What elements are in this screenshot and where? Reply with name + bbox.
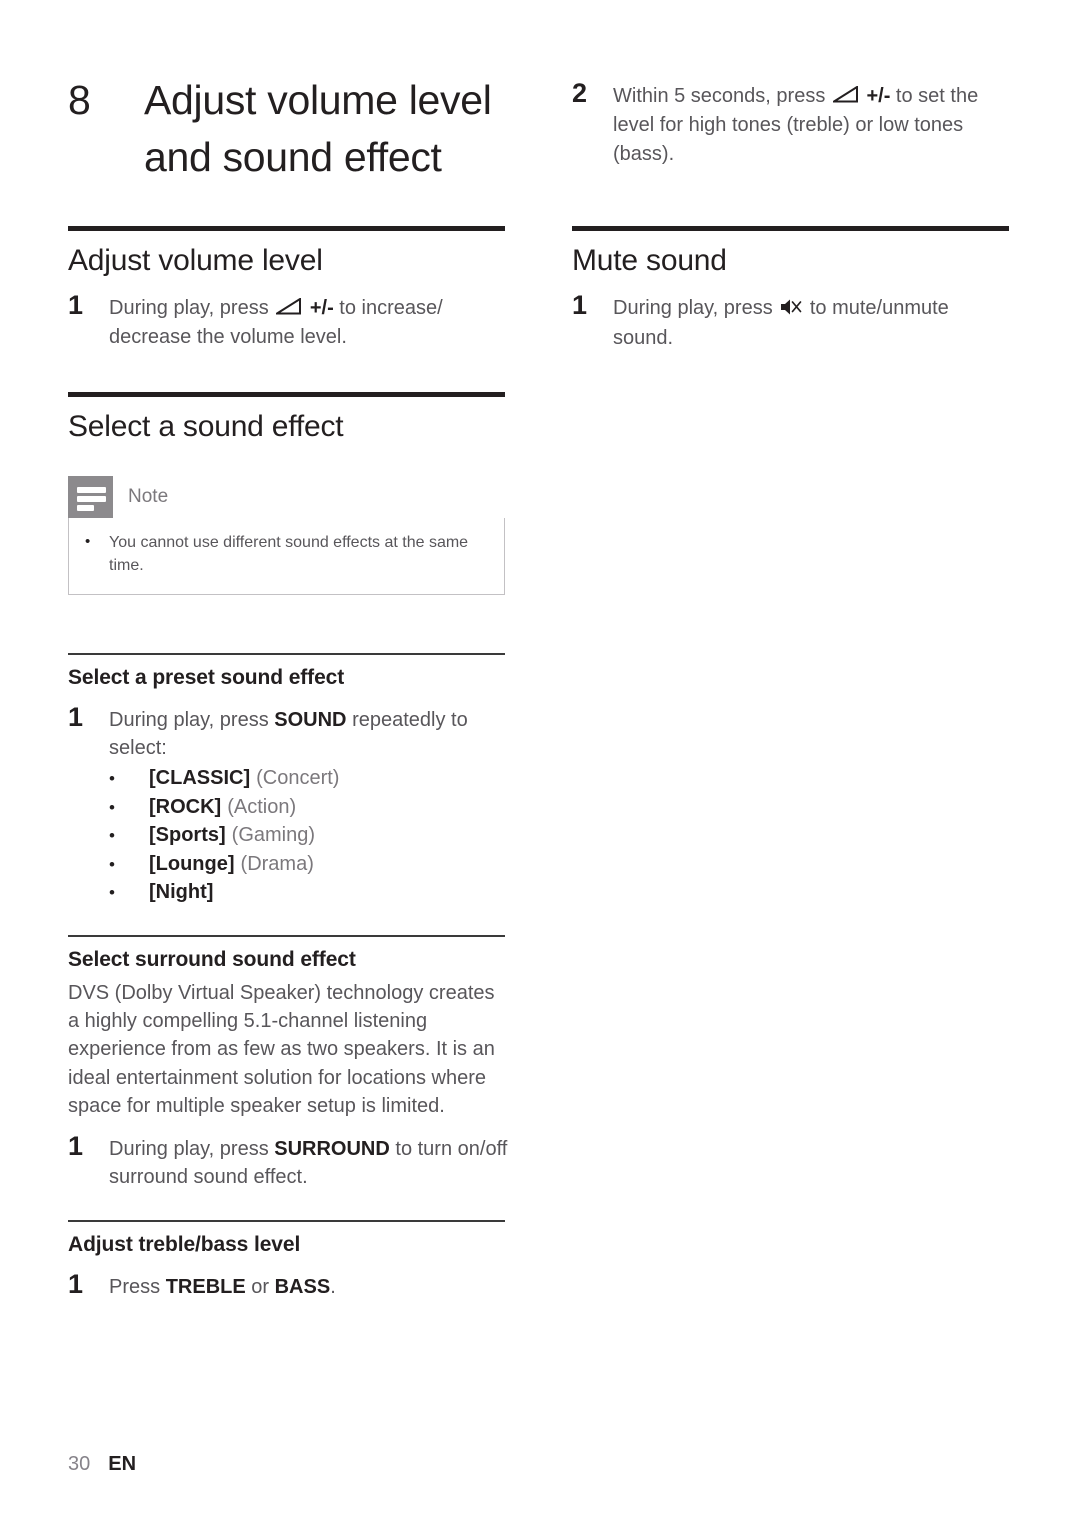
- list-item: • [CLASSIC] (Concert): [109, 764, 509, 792]
- step-bold-label-treble: TREBLE: [165, 1275, 246, 1298]
- step-number: 1: [68, 1268, 84, 1299]
- section-heading-select-sound-effect: Select a sound effect: [68, 410, 344, 444]
- step-bold-label-bass: BASS: [274, 1275, 331, 1298]
- step-text-middle: or: [251, 1275, 270, 1298]
- subsection-rule-treble-bass: [68, 1220, 505, 1223]
- list-item: • [ROCK] (Action): [109, 793, 509, 821]
- preset-description: (Action): [227, 795, 297, 818]
- step-treble-bass-2: 2 Within 5 seconds, press +/- to set the…: [572, 78, 1017, 168]
- step-text-before: During play, press: [109, 708, 269, 731]
- step-number: 1: [68, 701, 84, 732]
- preset-name: [CLASSIC]: [149, 767, 251, 790]
- bullet-icon: •: [109, 826, 115, 846]
- bullet-icon: •: [85, 532, 91, 550]
- step-text-before: During play, press: [109, 1137, 269, 1160]
- step-adjust-volume-1: 1 During play, press +/- to increase/ de…: [68, 290, 513, 352]
- preset-name: [Lounge]: [149, 852, 235, 875]
- preset-name: [Sports]: [149, 824, 226, 847]
- chapter-number: 8: [68, 77, 91, 123]
- note-bullet-item: • You cannot use different sound effects…: [85, 531, 488, 577]
- section-rule-select-sound-effect: [68, 392, 505, 398]
- section-rule-adjust-volume: [68, 226, 505, 232]
- footer-page-number: 30: [68, 1453, 91, 1475]
- note-title: Note: [128, 485, 169, 507]
- subsection-heading-preset-sound-effect: Select a preset sound effect: [68, 666, 345, 690]
- step-text: During play, press to mute/unmute sound.: [613, 290, 1013, 353]
- right-column: 2 Within 5 seconds, press +/- to set the…: [572, 0, 1017, 352]
- step-surround-1: 1 During play, press SURROUND to turn on…: [68, 1131, 513, 1192]
- step-number: 1: [572, 289, 588, 320]
- manual-page: 8 Adjust volume level and sound effect A…: [0, 0, 1080, 1528]
- step-text-before: During play, press: [109, 296, 269, 319]
- section-heading-mute-sound: Mute sound: [572, 244, 727, 278]
- note-header: Note: [68, 475, 505, 518]
- mute-speaker-icon: [780, 296, 802, 324]
- chapter-title-block: 8 Adjust volume level and sound effect: [68, 72, 513, 185]
- subsection-heading-treble-bass: Adjust treble/bass level: [68, 1233, 301, 1257]
- step-text-before: Within 5 seconds, press: [613, 85, 826, 107]
- list-item: • [Night]: [109, 878, 509, 906]
- preset-name: [ROCK]: [149, 795, 222, 818]
- step-text-before: During play, press: [613, 296, 773, 319]
- step-text-before: Press: [109, 1275, 161, 1298]
- step-number: 2: [572, 78, 588, 108]
- surround-description-paragraph: DVS (Dolby Virtual Speaker) technology c…: [68, 981, 495, 1118]
- preset-description: (Concert): [256, 767, 340, 790]
- volume-wedge-icon: [273, 295, 302, 323]
- step-preset-sound-1: 1 During play, press SOUND repeatedly to…: [68, 702, 513, 907]
- step-text: Within 5 seconds, press +/- to set the l…: [613, 78, 1013, 168]
- note-body: • You cannot use different sound effects…: [68, 517, 505, 596]
- preset-description: (Drama): [240, 852, 314, 875]
- preset-list: • [CLASSIC] (Concert) • [ROCK] (Action) • …: [109, 764, 509, 906]
- bullet-icon: •: [109, 882, 115, 902]
- step-bold-label: +/-: [309, 296, 334, 319]
- note-text: You cannot use different sound effects a…: [109, 533, 469, 575]
- step-treble-bass-1: 1 Press TREBLE or BASS.: [68, 1269, 513, 1301]
- step-number: 1: [68, 289, 84, 320]
- step-text: During play, press SURROUND to turn on/o…: [109, 1131, 509, 1192]
- volume-wedge-icon: [830, 83, 859, 111]
- subsection-heading-surround-sound-effect: Select surround sound effect: [68, 948, 356, 972]
- left-column: 8 Adjust volume level and sound effect A…: [68, 0, 513, 1301]
- bullet-icon: •: [109, 797, 115, 817]
- step-text: Press TREBLE or BASS.: [109, 1269, 336, 1301]
- step-number: 1: [68, 1130, 84, 1161]
- bullet-icon: •: [109, 854, 115, 874]
- subsection-rule-preset-sound-effect: [68, 653, 505, 656]
- list-item: • [Lounge] (Drama): [109, 850, 509, 878]
- step-text: During play, press +/- to increase/ decr…: [109, 290, 509, 352]
- list-item: • [Sports] (Gaming): [109, 821, 509, 849]
- step-text-after: .: [330, 1275, 336, 1298]
- step-mute-1: 1 During play, press to mute/unmute soun…: [572, 290, 1017, 353]
- subsection-rule-surround-sound-effect: [68, 935, 505, 938]
- section-heading-adjust-volume: Adjust volume level: [68, 244, 323, 278]
- page-footer: 30 EN: [68, 1453, 136, 1476]
- step-bold-label: +/-: [866, 85, 891, 107]
- section-rule-mute-sound: [572, 226, 1009, 232]
- footer-language-code: EN: [108, 1453, 137, 1475]
- preset-description: (Gaming): [231, 824, 316, 847]
- step-bold-label: SURROUND: [274, 1137, 390, 1160]
- note-box: Note • You cannot use different sound ef…: [68, 475, 505, 596]
- bullet-icon: •: [109, 769, 115, 789]
- note-lines-icon: [68, 475, 113, 518]
- step-text: During play, press SOUND repeatedly to s…: [109, 702, 509, 907]
- chapter-heading: Adjust volume level and sound effect: [144, 77, 492, 180]
- preset-name: [Night]: [149, 880, 214, 903]
- step-bold-label: SOUND: [274, 708, 347, 731]
